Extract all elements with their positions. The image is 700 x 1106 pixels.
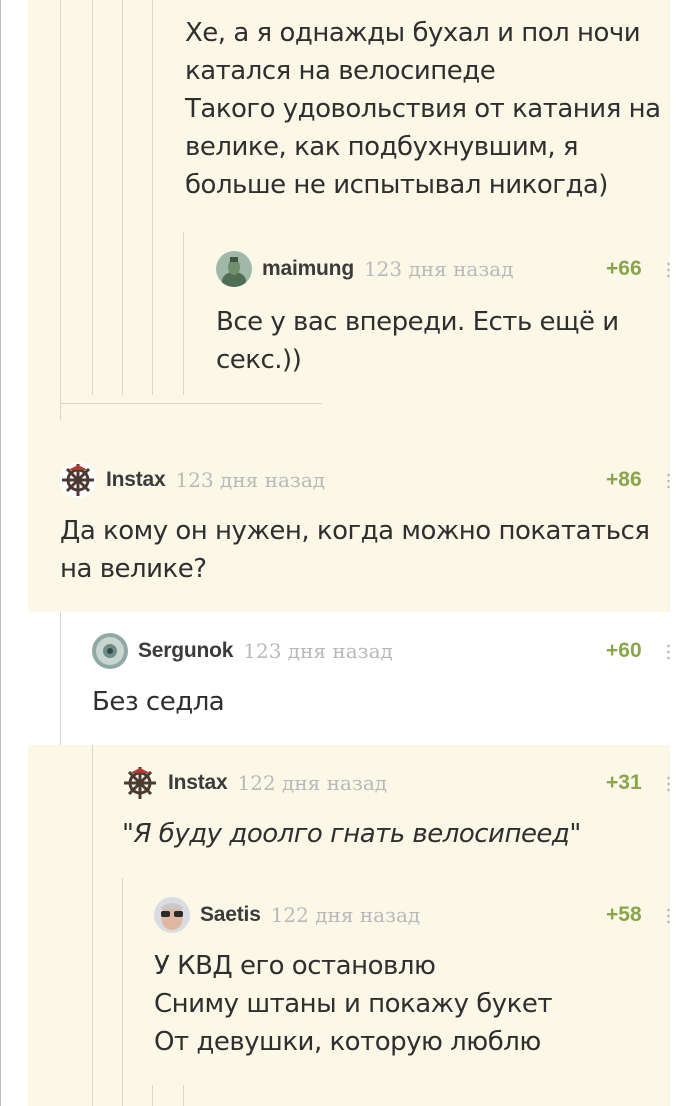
thread-line xyxy=(122,878,123,1106)
page-edge-line xyxy=(0,0,1,1106)
comment-author[interactable]: Sergunok xyxy=(138,639,233,663)
thread-line xyxy=(60,612,61,745)
avatar[interactable] xyxy=(154,897,190,933)
comment-text: Да кому он нужен, когда можно покататься… xyxy=(60,516,650,584)
thread-line xyxy=(92,0,93,395)
thread-line xyxy=(183,1085,184,1106)
thread-line xyxy=(183,232,184,395)
comment-author[interactable]: Saetis xyxy=(200,903,261,927)
thread-line xyxy=(152,0,153,395)
comment-text: Хе, а я однажды бухал и пол ночи катался… xyxy=(185,18,661,200)
comment-rating: +66 xyxy=(606,257,642,280)
thread-line xyxy=(122,0,123,395)
comment-author[interactable]: maimung xyxy=(262,257,354,281)
comment-author[interactable]: Instax xyxy=(106,468,166,492)
avatar[interactable] xyxy=(122,765,158,801)
more-options-icon[interactable] xyxy=(667,643,670,660)
comment-time[interactable]: 122 дня назад xyxy=(238,771,388,795)
comment-rating: +86 xyxy=(606,468,642,491)
comment-text: У КВД его остановлю Сниму штаны и покажу… xyxy=(154,951,553,1057)
thread-line xyxy=(60,0,61,420)
thread-end-line xyxy=(60,403,322,404)
comment-rating: +60 xyxy=(606,639,642,662)
more-options-icon[interactable] xyxy=(667,472,670,489)
more-options-icon[interactable] xyxy=(667,775,670,792)
comment-rating: +31 xyxy=(606,771,642,794)
more-options-icon[interactable] xyxy=(667,261,670,278)
comment-text: Без седла xyxy=(92,687,225,717)
more-options-icon[interactable] xyxy=(667,907,670,924)
avatar[interactable] xyxy=(216,251,252,287)
thread-line xyxy=(92,745,93,1106)
thread-line xyxy=(152,1085,153,1106)
comment-background-band xyxy=(60,612,670,745)
comment-time[interactable]: 123 дня назад xyxy=(176,468,326,492)
avatar[interactable] xyxy=(92,633,128,669)
avatar[interactable] xyxy=(60,462,96,498)
comment-time[interactable]: 123 дня назад xyxy=(364,257,514,281)
comment-rating: +58 xyxy=(606,903,642,926)
comment-text: "Я буду доолго гнать велосипеед" xyxy=(122,819,581,849)
comment-time[interactable]: 122 дня назад xyxy=(271,903,421,927)
comment-text: Все у вас впереди. Есть ещё и секс.)) xyxy=(216,307,619,375)
comment-author[interactable]: Instax xyxy=(168,771,228,795)
comment-time[interactable]: 123 дня назад xyxy=(243,639,393,663)
